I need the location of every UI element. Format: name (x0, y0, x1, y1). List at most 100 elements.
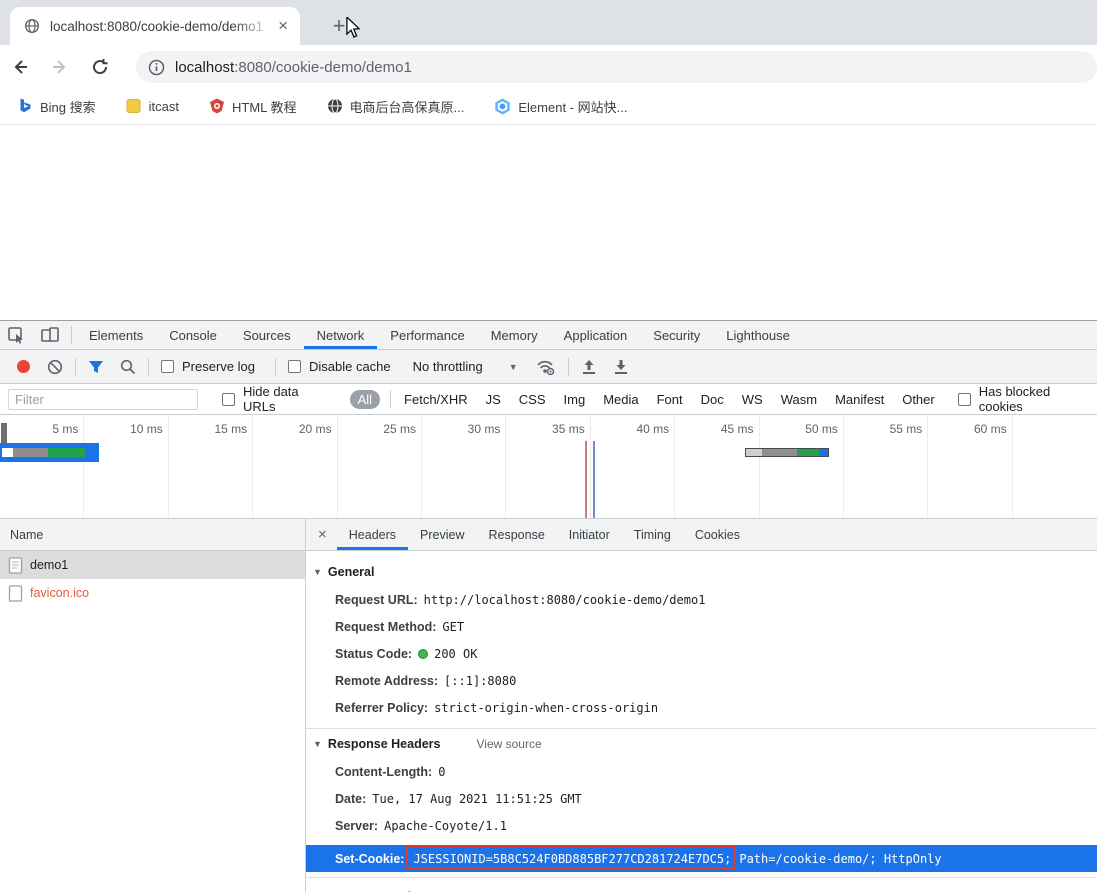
filter-type-font[interactable]: Font (648, 392, 692, 407)
tab-application[interactable]: Application (551, 321, 641, 349)
checkbox[interactable] (222, 392, 235, 406)
divider (274, 357, 276, 376)
set-cookie-session-id: JSESSIONID=5B8C524F0BD885BF277CD281724E7… (406, 844, 737, 869)
timeline-tick: 40 ms (591, 415, 676, 518)
hide-data-urls-checkbox[interactable]: Hide data URLs (214, 384, 336, 414)
tab-memory[interactable]: Memory (478, 321, 551, 349)
timeline-tick: 30 ms (422, 415, 507, 518)
network-timeline[interactable]: 5 ms 10 ms 15 ms 20 ms 25 ms 30 ms 35 ms… (0, 415, 1097, 519)
record-button[interactable] (8, 359, 39, 374)
clear-button[interactable] (39, 359, 71, 375)
timeline-tick: 55 ms (844, 415, 929, 518)
dom-content-loaded-line (585, 441, 587, 518)
disable-cache-checkbox[interactable]: Disable cache (280, 359, 399, 374)
waterfall-segment-download (797, 449, 819, 456)
browser-tab[interactable]: localhost:8080/cookie-demo/demo1 × (10, 7, 300, 45)
view-source-link[interactable]: View source (476, 737, 541, 751)
hide-data-urls-label: Hide data URLs (243, 384, 299, 414)
request-row-favicon[interactable]: favicon.ico (0, 579, 305, 607)
timeline-tick: 10 ms (84, 415, 169, 518)
tab-initiator[interactable]: Initiator (557, 519, 622, 550)
tab-sources[interactable]: Sources (230, 321, 304, 349)
bookmark-html-tutorial[interactable]: HTML 教程 (209, 97, 297, 116)
disable-cache-label: Disable cache (308, 359, 391, 374)
filter-toggle-icon[interactable] (80, 360, 112, 374)
tab-security[interactable]: Security (640, 321, 713, 349)
tab-performance[interactable]: Performance (377, 321, 477, 349)
filter-type-fetch-xhr[interactable]: Fetch/XHR (395, 392, 477, 407)
waterfall-segment-queueing (2, 448, 13, 457)
response-headers-section-header[interactable]: ▼ Response Headers View source (306, 729, 1097, 758)
reload-button[interactable] (80, 47, 120, 87)
request-list-header[interactable]: Name (0, 519, 305, 551)
tab-network[interactable]: Network (303, 321, 378, 349)
tab-console[interactable]: Console (156, 321, 230, 349)
tab-close-icon[interactable]: × (274, 16, 292, 36)
export-har-icon[interactable] (605, 359, 637, 375)
filter-type-other[interactable]: Other (893, 392, 944, 407)
timeline-tick: 60 ms (928, 415, 1013, 518)
network-conditions-icon[interactable] (528, 359, 564, 375)
waterfall-bar-demo1[interactable] (0, 443, 99, 462)
network-filter-input[interactable] (8, 388, 198, 410)
throttling-select[interactable]: No throttling (413, 359, 483, 374)
back-button[interactable] (0, 47, 40, 87)
timeline-tick: 45 ms (675, 415, 760, 518)
filter-type-manifest[interactable]: Manifest (826, 392, 893, 407)
has-blocked-cookies-checkbox[interactable]: Has blocked cookies (950, 384, 1097, 414)
device-toolbar-icon[interactable] (33, 327, 67, 343)
search-icon[interactable] (112, 359, 144, 375)
url-field[interactable]: localhost:8080/cookie-demo/demo1 (136, 51, 1097, 83)
set-cookie-attributes: Path=/cookie-demo/; HttpOnly (739, 851, 942, 866)
bookmark-element[interactable]: Element - 网站快... (494, 97, 627, 116)
waterfall-segment-waiting (13, 448, 48, 457)
tab-headers[interactable]: Headers (336, 519, 409, 550)
tab-cookies[interactable]: Cookies (683, 519, 752, 550)
tab-timing[interactable]: Timing (622, 519, 683, 550)
request-list: Name demo1 favicon.ico (0, 519, 306, 892)
section-divider (306, 877, 1097, 878)
forward-button[interactable] (40, 47, 80, 87)
filter-type-all[interactable]: All (349, 389, 381, 409)
filter-type-doc[interactable]: Doc (692, 392, 733, 407)
globe-icon (327, 98, 343, 114)
checkbox[interactable] (957, 392, 971, 406)
preserve-log-checkbox[interactable]: Preserve log (153, 359, 263, 374)
load-event-line (593, 441, 595, 518)
filter-type-ws[interactable]: WS (733, 392, 772, 407)
filter-type-js[interactable]: JS (477, 392, 510, 407)
waterfall-segment-queueing (746, 449, 762, 456)
waterfall-segment-end (819, 449, 828, 456)
request-name: favicon.ico (30, 586, 90, 600)
filter-type-css[interactable]: CSS (510, 392, 555, 407)
tab-preview[interactable]: Preview (408, 519, 476, 550)
timeline-tick: 15 ms (169, 415, 254, 518)
filter-type-img[interactable]: Img (555, 392, 595, 407)
filter-type-wasm[interactable]: Wasm (772, 392, 826, 407)
header-row-remote-address: Remote Address: [::1]:8080 (335, 673, 517, 688)
general-section-header[interactable]: ▼ General (306, 557, 1097, 586)
bookmark-bing[interactable]: Bing 搜索 (18, 97, 96, 116)
close-detail-icon[interactable]: × (306, 526, 337, 543)
inspect-element-icon[interactable] (0, 326, 33, 344)
tab-lighthouse[interactable]: Lighthouse (713, 321, 803, 349)
import-har-icon[interactable] (573, 359, 605, 375)
filter-type-media[interactable]: Media (594, 392, 647, 407)
divider (148, 357, 149, 376)
page-info-icon[interactable] (148, 59, 165, 76)
divider (71, 326, 72, 344)
request-row-demo1[interactable]: demo1 (0, 551, 305, 579)
waterfall-bar-favicon[interactable] (745, 448, 829, 457)
tab-response[interactable]: Response (476, 519, 556, 550)
globe-favicon-icon (24, 18, 40, 34)
request-headers-section-header[interactable]: ▼ Request Headers View source (306, 882, 1097, 892)
tab-elements[interactable]: Elements (76, 321, 156, 349)
bookmark-ecommerce[interactable]: 电商后台高保真原... (327, 97, 464, 116)
detail-tab-bar: × Headers Preview Response Initiator Tim… (306, 519, 1097, 551)
header-row-set-cookie[interactable]: Set-Cookie: JSESSIONID=5B8C524F0BD885BF2… (306, 844, 1097, 872)
checkbox[interactable] (287, 360, 301, 373)
bookmark-itcast[interactable]: itcast (126, 98, 179, 114)
checkbox[interactable] (161, 360, 174, 373)
chevron-down-icon[interactable]: ▼ (509, 362, 518, 372)
url-text: localhost:8080/cookie-demo/demo1 (175, 59, 412, 76)
